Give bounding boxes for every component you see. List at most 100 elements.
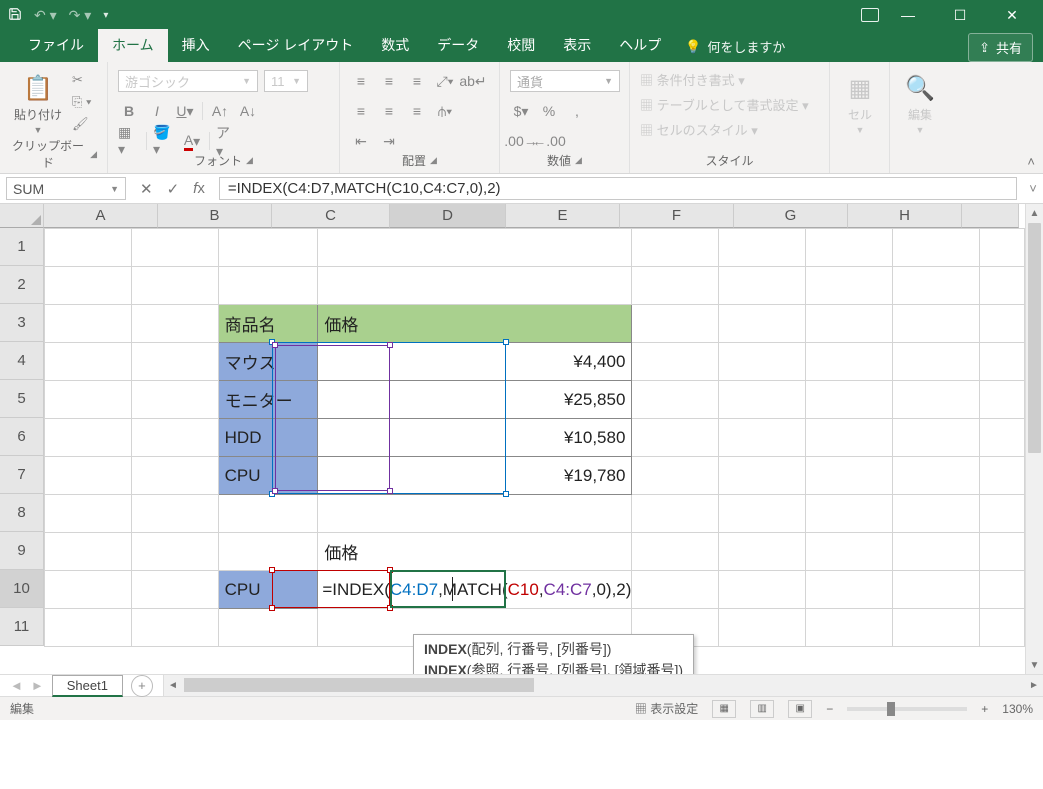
- scroll-down-button[interactable]: ▼: [1026, 656, 1043, 674]
- comma-button[interactable]: ,: [566, 100, 588, 122]
- page-layout-view-button[interactable]: ▥: [750, 700, 774, 718]
- minimize-button[interactable]: —: [885, 0, 931, 30]
- col-header-g[interactable]: G: [734, 204, 848, 228]
- sheet-nav-prev[interactable]: ◄: [10, 678, 23, 693]
- decrease-indent-button[interactable]: ⇤: [350, 130, 372, 152]
- cell-styles-button[interactable]: ▦ セルのスタイル ▾: [640, 120, 758, 139]
- col-header-b[interactable]: B: [158, 204, 272, 228]
- horizontal-scrollbar[interactable]: [182, 675, 1025, 696]
- format-painter-button[interactable]: 🖌: [72, 116, 91, 132]
- decrease-font-button[interactable]: A↓: [237, 100, 259, 122]
- worksheet-grid[interactable]: A B C D E F G H 1 2 3 4 5 6 7 8 9 10 11: [0, 204, 1043, 674]
- row-header-5[interactable]: 5: [0, 380, 44, 418]
- qat-customize[interactable]: ▾: [103, 10, 108, 21]
- align-bottom-button[interactable]: ≡: [406, 70, 428, 92]
- font-name-combo[interactable]: 游ゴシック▼: [118, 70, 258, 92]
- align-dialog-icon[interactable]: ◢: [430, 155, 437, 166]
- scroll-up-button[interactable]: ▲: [1026, 204, 1043, 222]
- maximize-button[interactable]: ☐: [937, 0, 983, 30]
- save-icon[interactable]: [8, 7, 22, 24]
- col-header-a[interactable]: A: [44, 204, 158, 228]
- normal-view-button[interactable]: ▦: [712, 700, 736, 718]
- paste-button[interactable]: 📋 貼り付け ▼: [10, 70, 66, 137]
- col-header-f[interactable]: F: [620, 204, 734, 228]
- italic-button[interactable]: I: [146, 100, 168, 122]
- phonetic-button[interactable]: ア ▾: [216, 130, 238, 152]
- align-left-button[interactable]: ≡: [350, 100, 372, 122]
- col-header-d[interactable]: D: [390, 204, 506, 228]
- select-all-corner[interactable]: [0, 204, 44, 228]
- sheet-nav-next[interactable]: ►: [31, 678, 44, 693]
- row-header-10[interactable]: 10: [0, 570, 44, 608]
- orientation-button[interactable]: ⤢▾: [434, 70, 456, 92]
- tell-me[interactable]: 💡 何をしますか: [675, 31, 795, 62]
- zoom-slider[interactable]: [847, 707, 967, 711]
- tab-help[interactable]: ヘルプ: [605, 29, 675, 62]
- tab-review[interactable]: 校閲: [493, 29, 549, 62]
- increase-font-button[interactable]: A↑: [209, 100, 231, 122]
- undo-button[interactable]: ↶ ▾: [34, 7, 57, 24]
- formula-input[interactable]: =INDEX(C4:D7,MATCH(C10,C4:C7,0),2): [219, 177, 1017, 200]
- number-format-combo[interactable]: 通貨▼: [510, 70, 620, 92]
- tab-home[interactable]: ホーム: [98, 29, 168, 62]
- font-size-combo[interactable]: 11▼: [264, 70, 308, 92]
- row-header-2[interactable]: 2: [0, 266, 44, 304]
- name-box[interactable]: SUM▼: [6, 177, 126, 200]
- row-header-1[interactable]: 1: [0, 228, 44, 266]
- hscroll-thumb[interactable]: [184, 678, 534, 692]
- row-header-11[interactable]: 11: [0, 608, 44, 646]
- increase-decimal-button[interactable]: .00→: [510, 130, 532, 152]
- tab-page-layout[interactable]: ページ レイアウト: [224, 29, 368, 62]
- new-sheet-button[interactable]: +: [131, 675, 153, 697]
- tab-insert[interactable]: 挿入: [168, 29, 224, 62]
- tab-formulas[interactable]: 数式: [367, 29, 423, 62]
- editing-button[interactable]: 🔍編集▼: [900, 70, 940, 137]
- tab-view[interactable]: 表示: [549, 29, 605, 62]
- row-header-7[interactable]: 7: [0, 456, 44, 494]
- merge-button[interactable]: ⫛▾: [434, 100, 456, 122]
- col-header-h[interactable]: H: [848, 204, 962, 228]
- underline-button[interactable]: U ▾: [174, 100, 196, 122]
- format-as-table-button[interactable]: ▦ テーブルとして書式設定 ▾: [640, 95, 809, 114]
- zoom-level[interactable]: 130%: [1002, 702, 1033, 716]
- display-settings[interactable]: ▦ 表示設定: [635, 700, 698, 717]
- expand-formula-bar-button[interactable]: ˅: [1023, 174, 1043, 203]
- fill-color-button[interactable]: 🪣 ▾: [153, 130, 175, 152]
- row-header-3[interactable]: 3: [0, 304, 44, 342]
- tab-data[interactable]: データ: [423, 29, 493, 62]
- border-button[interactable]: ▦ ▾: [118, 130, 140, 152]
- row-header-9[interactable]: 9: [0, 532, 44, 570]
- align-top-button[interactable]: ≡: [350, 70, 372, 92]
- close-button[interactable]: ✕: [989, 0, 1035, 30]
- hscroll-left-button[interactable]: ◄: [164, 675, 182, 696]
- percent-button[interactable]: %: [538, 100, 560, 122]
- conditional-format-button[interactable]: ▦ 条件付き書式 ▾: [640, 70, 745, 89]
- copy-button[interactable]: ⎘ ▾: [72, 94, 91, 110]
- number-dialog-icon[interactable]: ◢: [575, 155, 582, 166]
- cancel-formula-button[interactable]: ✕: [140, 180, 153, 198]
- font-dialog-icon[interactable]: ◢: [246, 155, 253, 166]
- insert-function-button[interactable]: fx: [193, 180, 205, 197]
- zoom-in-button[interactable]: +: [981, 702, 988, 716]
- align-center-button[interactable]: ≡: [378, 100, 400, 122]
- col-header-e[interactable]: E: [506, 204, 620, 228]
- wrap-text-button[interactable]: ab↵: [462, 70, 484, 92]
- ribbon-options-icon[interactable]: [861, 8, 879, 22]
- bold-button[interactable]: B: [118, 100, 140, 122]
- redo-button[interactable]: ↷ ▾: [69, 7, 92, 24]
- clipboard-dialog-icon[interactable]: ◢: [90, 149, 97, 160]
- cells-button[interactable]: ▦セル▼: [840, 70, 880, 137]
- enter-formula-button[interactable]: ✓: [167, 180, 180, 198]
- cells[interactable]: 商品名価格 マウス¥4,400 モニター¥25,850 HDD¥10,580 C…: [44, 228, 1025, 647]
- row-header-8[interactable]: 8: [0, 494, 44, 532]
- collapse-ribbon-button[interactable]: ˄: [1027, 154, 1035, 169]
- vertical-scrollbar[interactable]: ▲ ▼: [1025, 204, 1043, 674]
- align-middle-button[interactable]: ≡: [378, 70, 400, 92]
- col-header-i[interactable]: [962, 204, 1019, 228]
- cut-button[interactable]: ✂: [72, 72, 91, 88]
- sheet-tab-1[interactable]: Sheet1: [52, 675, 123, 697]
- decrease-decimal-button[interactable]: ←.00: [538, 130, 560, 152]
- page-break-view-button[interactable]: ▣: [788, 700, 812, 718]
- increase-indent-button[interactable]: ⇥: [378, 130, 400, 152]
- accounting-button[interactable]: $▾: [510, 100, 532, 122]
